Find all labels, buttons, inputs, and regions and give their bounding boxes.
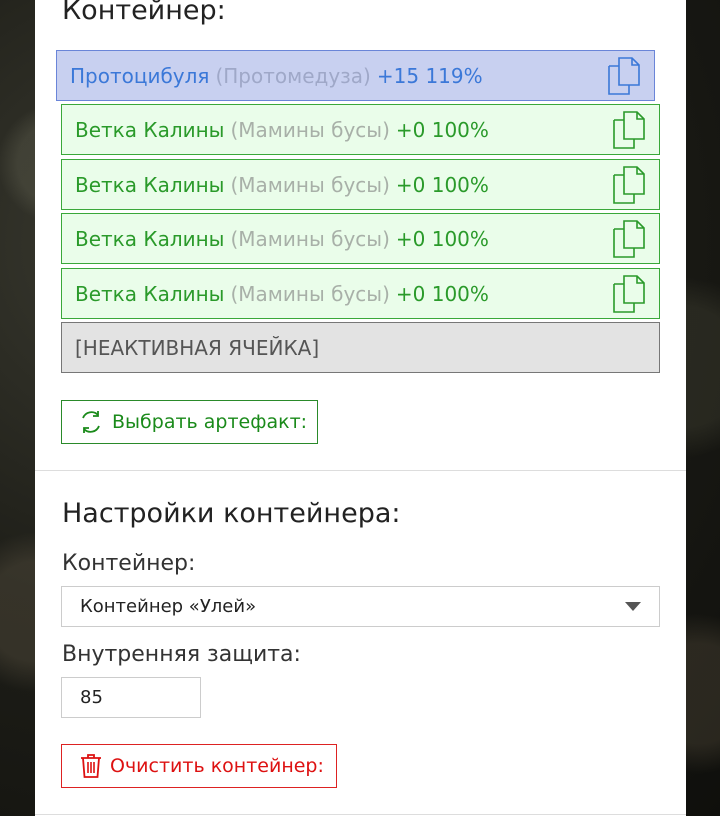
container-cell-4[interactable]: Ветка Калины (Мамины бусы) +0 100% (61, 213, 660, 264)
cell-artifact-bonus: +0 100% (395, 117, 489, 142)
container-type-value: Контейнер «Улей» (80, 596, 257, 617)
chevron-down-icon (625, 602, 641, 611)
inactive-cell-label: [НЕАКТИВНАЯ ЯЧЕЙКА] (75, 335, 320, 360)
section-divider (35, 814, 686, 815)
cell-artifact-alt-name: (Протомедуза) (215, 63, 371, 88)
artifact-container-panel: Контейнер: Протоцибуля (Протомедуза) +15… (35, 0, 686, 816)
copy-icon[interactable] (613, 220, 645, 258)
cell-artifact-alt-name: (Мамины бусы) (230, 281, 390, 306)
cell-artifact-bonus: +0 100% (395, 172, 489, 197)
container-type-label: Контейнер: (62, 551, 196, 576)
container-cell-inactive: [НЕАКТИВНАЯ ЯЧЕЙКА] (61, 322, 660, 373)
container-cell-2[interactable]: Ветка Калины (Мамины бусы) +0 100% (61, 104, 660, 155)
section-divider (35, 470, 686, 471)
cell-artifact-name: Ветка Калины (75, 226, 225, 251)
clear-container-label: Очистить контейнер: (110, 755, 324, 777)
copy-icon[interactable] (613, 111, 645, 149)
cell-artifact-name: Протоцибуля (70, 63, 210, 88)
cell-artifact-name: Ветка Калины (75, 172, 225, 197)
container-cell-1[interactable]: Протоцибуля (Протомедуза) +15 119% (56, 50, 655, 101)
container-type-select[interactable]: Контейнер «Улей» (61, 586, 660, 627)
trash-icon (81, 754, 101, 778)
protection-input[interactable] (61, 677, 201, 718)
container-cell-3[interactable]: Ветка Калины (Мамины бусы) +0 100% (61, 159, 660, 210)
cell-artifact-bonus: +0 100% (395, 226, 489, 251)
cell-artifact-bonus: +0 100% (395, 281, 489, 306)
copy-icon[interactable] (613, 275, 645, 313)
cell-artifact-bonus: +15 119% (376, 63, 483, 88)
select-artifact-button[interactable]: Выбрать артефакт: (61, 400, 318, 444)
protection-label: Внутренняя защита: (62, 642, 301, 667)
settings-title: Настройки контейнера: (62, 498, 401, 529)
copy-icon[interactable] (608, 57, 640, 95)
refresh-icon (82, 411, 100, 433)
cell-artifact-alt-name: (Мамины бусы) (230, 172, 390, 197)
container-title: Контейнер: (62, 0, 226, 26)
cell-artifact-alt-name: (Мамины бусы) (230, 117, 390, 142)
container-cell-5[interactable]: Ветка Калины (Мамины бусы) +0 100% (61, 268, 660, 319)
copy-icon[interactable] (613, 166, 645, 204)
select-artifact-label: Выбрать артефакт: (112, 411, 308, 433)
cell-artifact-alt-name: (Мамины бусы) (230, 226, 390, 251)
clear-container-button[interactable]: Очистить контейнер: (61, 744, 337, 788)
cell-artifact-name: Ветка Калины (75, 281, 225, 306)
cell-artifact-name: Ветка Калины (75, 117, 225, 142)
